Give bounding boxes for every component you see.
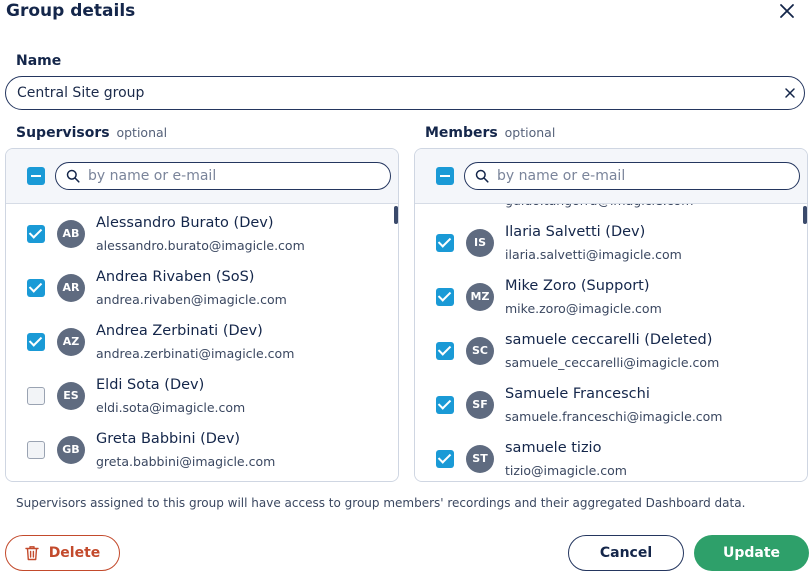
supervisors-label: Supervisors optional xyxy=(16,125,167,141)
user-email: andrea.zerbinati@imagicle.com xyxy=(96,346,295,361)
user-name: Andrea Zerbinati (Dev) xyxy=(96,323,263,339)
avatar: ST xyxy=(466,445,494,473)
item-checkbox[interactable] xyxy=(436,342,454,360)
supervisors-select-all-checkbox[interactable] xyxy=(27,167,45,185)
list-item[interactable]: SC samuele ceccarelli (Deleted) samuele_ce… xyxy=(415,325,807,379)
avatar: AZ xyxy=(57,328,85,356)
avatar: GB xyxy=(57,436,85,464)
list-item[interactable]: ES Eldi Sota (Dev) eldi.sota@imagicle.com xyxy=(6,370,398,424)
avatar: ES xyxy=(57,382,85,410)
members-scrollbar[interactable] xyxy=(803,206,807,224)
item-checkbox[interactable] xyxy=(436,396,454,414)
supervisors-panel: AB Alessandro Burato (Dev) alessandro.bura… xyxy=(5,148,399,482)
user-name: Mike Zoro (Support) xyxy=(505,278,650,294)
list-item[interactable]: ST samuele tizio tizio@imagicle.com xyxy=(415,433,807,481)
delete-label: Delete xyxy=(48,545,101,561)
supervisors-list: AB Alessandro Burato (Dev) alessandro.bura… xyxy=(6,204,398,481)
avatar: MZ xyxy=(466,283,494,311)
avatar: SF xyxy=(466,391,494,419)
user-email: tizio@imagicle.com xyxy=(505,463,627,478)
name-field xyxy=(5,76,805,110)
search-icon xyxy=(66,169,80,183)
list-item[interactable]: MZ Mike Zoro (Support) mike.zoro@imagicle.… xyxy=(415,271,807,325)
close-icon[interactable] xyxy=(776,0,798,22)
item-checkbox[interactable] xyxy=(27,279,45,297)
name-label: Name xyxy=(16,53,62,69)
supervisors-search xyxy=(55,162,391,190)
user-name: Eldi Sota (Dev) xyxy=(96,377,205,393)
user-name: Alessandro Burato (Dev) xyxy=(96,215,274,231)
list-item[interactable]: SF Samuele Franceschi samuele.franceschi@i… xyxy=(415,379,807,433)
item-checkbox[interactable] xyxy=(436,288,454,306)
members-label: Members optional xyxy=(425,125,555,141)
supervisors-panel-header xyxy=(6,149,398,204)
item-checkbox[interactable] xyxy=(27,225,45,243)
user-name: Samuele Franceschi xyxy=(505,386,650,402)
search-icon xyxy=(475,169,489,183)
clear-icon[interactable] xyxy=(783,86,797,100)
user-email: guido.tangorra@imagicle.com xyxy=(505,204,693,208)
dialog-title: Group details xyxy=(6,1,136,21)
supervisors-title: Supervisors xyxy=(16,125,110,141)
name-input[interactable] xyxy=(17,83,757,103)
user-email: eldi.sota@imagicle.com xyxy=(96,400,246,415)
item-checkbox[interactable] xyxy=(27,441,45,459)
members-panel: GTguido.tangorra@imagicle.com IS Ilaria Sa… xyxy=(414,148,808,482)
avatar: AR xyxy=(57,274,85,302)
cancel-button[interactable]: Cancel xyxy=(568,535,684,571)
avatar: AB xyxy=(57,220,85,248)
user-email: mike.zoro@imagicle.com xyxy=(505,301,662,316)
list-item[interactable]: AZ Andrea Zerbinati (Dev) andrea.zerbinati… xyxy=(6,316,398,370)
supervisors-hint: Supervisors assigned to this group will … xyxy=(16,496,746,510)
user-email: ilaria.salvetti@imagicle.com xyxy=(505,247,682,262)
delete-button[interactable]: Delete xyxy=(5,535,120,571)
user-name: Ilaria Salvetti (Dev) xyxy=(505,224,646,240)
supervisors-optional: optional xyxy=(116,125,168,140)
item-checkbox[interactable] xyxy=(436,450,454,468)
members-panel-header xyxy=(415,149,807,204)
supervisors-scrollbar[interactable] xyxy=(394,206,398,224)
avatar: IS xyxy=(466,229,494,257)
members-select-all-checkbox[interactable] xyxy=(436,167,454,185)
members-search-input[interactable] xyxy=(497,167,787,185)
list-item[interactable]: GB Greta Babbini (Dev) greta.babbini@imagi… xyxy=(6,424,398,478)
item-checkbox[interactable] xyxy=(27,333,45,351)
members-title: Members xyxy=(425,125,498,141)
user-name: samuele tizio xyxy=(505,440,602,456)
user-name: samuele ceccarelli (Deleted) xyxy=(505,332,713,348)
trash-icon xyxy=(24,546,39,561)
item-checkbox[interactable] xyxy=(436,234,454,252)
user-name: Greta Babbini (Dev) xyxy=(96,431,241,447)
user-email: samuele.franceschi@imagicle.com xyxy=(505,409,723,424)
list-item[interactable]: GTguido.tangorra@imagicle.com xyxy=(415,204,807,217)
avatar: SC xyxy=(466,337,494,365)
members-optional: optional xyxy=(504,125,556,140)
user-name: Andrea Rivaben (SoS) xyxy=(96,269,255,285)
members-list: GTguido.tangorra@imagicle.com IS Ilaria Sa… xyxy=(415,204,807,481)
supervisors-search-input[interactable] xyxy=(88,167,378,185)
item-checkbox[interactable] xyxy=(27,387,45,405)
list-item[interactable]: AR Andrea Rivaben (SoS) andrea.rivaben@ima… xyxy=(6,262,398,316)
list-item[interactable]: AB Alessandro Burato (Dev) alessandro.bura… xyxy=(6,208,398,262)
user-email: samuele_ceccarelli@imagicle.com xyxy=(505,355,720,370)
user-email: andrea.rivaben@imagicle.com xyxy=(96,292,287,307)
update-button[interactable]: Update xyxy=(694,535,809,571)
members-search xyxy=(464,162,800,190)
list-item[interactable]: IS Ilaria Salvetti (Dev) ilaria.salvetti@i… xyxy=(415,217,807,271)
user-email: greta.babbini@imagicle.com xyxy=(96,454,276,469)
user-email: alessandro.burato@imagicle.com xyxy=(96,238,305,253)
